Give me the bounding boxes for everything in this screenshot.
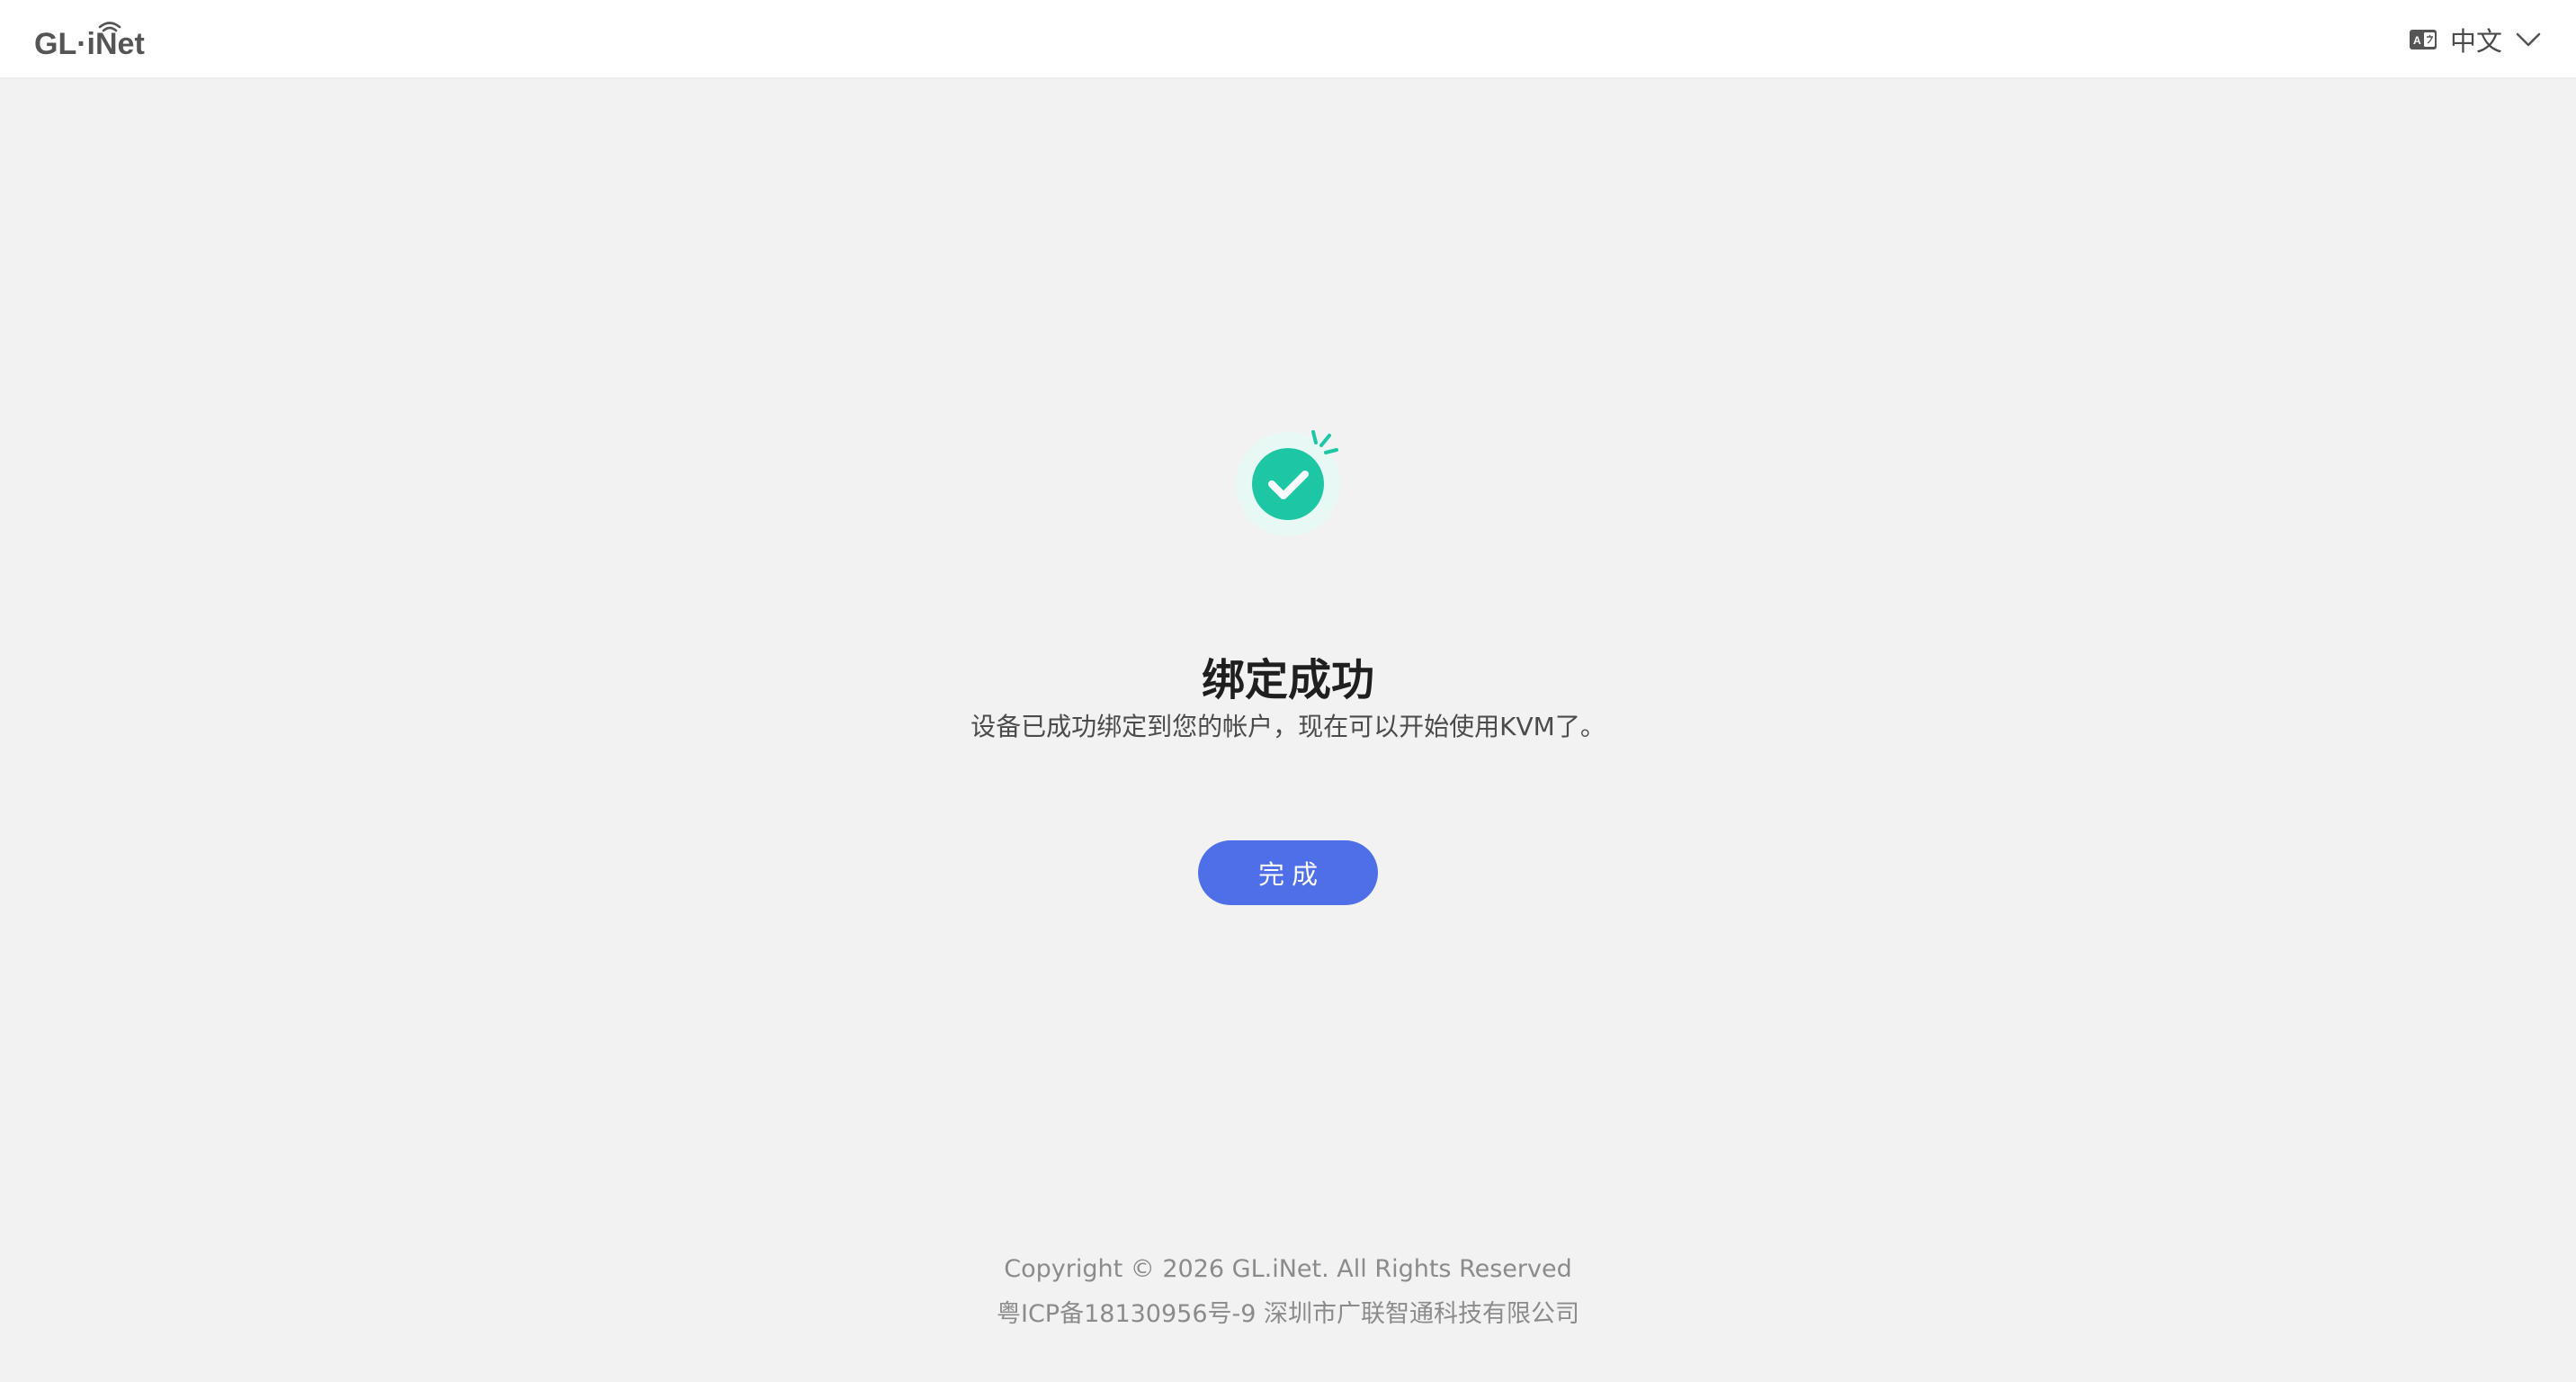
page-title: 绑定成功 [1201,655,1374,705]
icp-text[interactable]: 粤ICP备18130956号-9 深圳市广联智通科技有限公司 [0,1292,2576,1337]
done-button[interactable]: 完成 [1198,840,1378,905]
footer: Copyright © 2026 GL.iNet. All Rights Res… [0,1247,2576,1337]
gl-inet-logo[interactable]: GL·iNet [34,16,178,63]
main-content: 绑定成功 设备已成功绑定到您的帐户，现在可以开始使用KVM了。 完成 [0,77,2576,1382]
svg-text:A: A [2413,34,2421,47]
chevron-down-icon [2516,32,2541,47]
top-bar: GL·iNet A 中文 [0,0,2576,77]
copyright-text: Copyright © 2026 GL.iNet. All Rights Res… [1004,1255,1572,1283]
page-subtitle: 设备已成功绑定到您的帐户，现在可以开始使用KVM了。 [970,712,1606,741]
translate-icon: A [2409,30,2437,49]
check-circle-icon [1236,430,1340,536]
logo-text: GL·iNet [34,27,145,61]
language-label: 中文 [2449,26,2502,57]
language-selector[interactable]: A 中文 [2409,20,2542,59]
